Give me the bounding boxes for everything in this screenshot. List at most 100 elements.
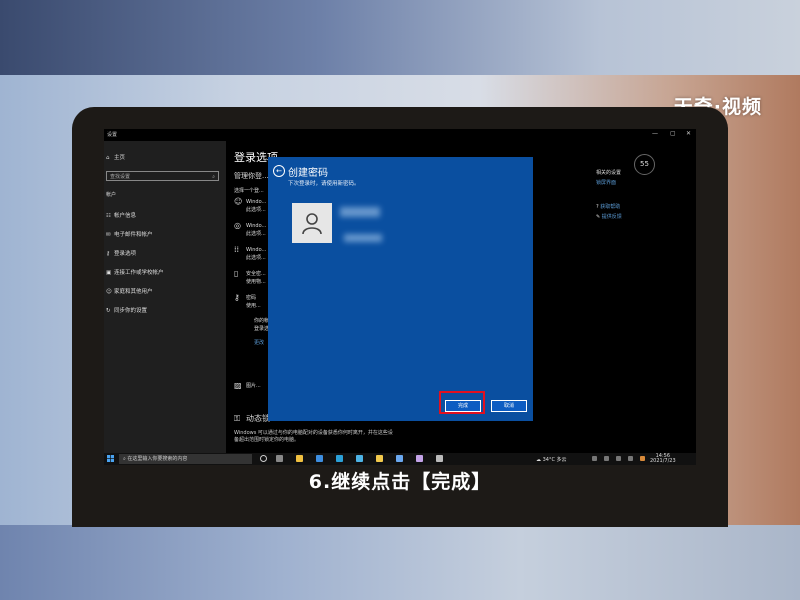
key-icon: ⚷ — [234, 293, 240, 302]
get-help-label: 获取帮助 — [600, 204, 621, 210]
dynamic-lock-desc-1: Windows 可以通过与你的电脑配对的设备获悉你何时离开，并在这些设 — [234, 430, 393, 436]
sidebar-item-label: 同步你的设置 — [114, 308, 148, 314]
tray-icon-2[interactable] — [604, 456, 609, 461]
option-picture-password[interactable]: ▨ 图片... — [234, 381, 261, 390]
option-title: Windo... — [246, 247, 267, 253]
tray-icon-1[interactable] — [592, 456, 597, 461]
section-heading-accounts: 帐户 — [106, 192, 117, 198]
dialog-title: 创建密码 — [288, 168, 328, 179]
mail-icon: ✉ — [106, 232, 111, 238]
file-explorer-icon[interactable] — [376, 455, 383, 462]
network-icon[interactable] — [616, 456, 621, 461]
cloud-icon: ☁ — [536, 457, 541, 463]
app-icon-1[interactable] — [316, 455, 323, 462]
sidebar-item-family[interactable]: ☺ 家庭和其他用户 — [106, 287, 153, 295]
option-pin[interactable]: ⁞⁞ Windo... 此选项... — [234, 245, 266, 261]
search-placeholder: 查找设置 — [110, 174, 131, 180]
user-avatar-icon — [292, 203, 332, 243]
section-title: 动态锁 — [246, 414, 270, 423]
sidebar-item-email-accounts[interactable]: ✉ 电子邮件和帐户 — [106, 230, 153, 238]
sidebar-item-work-school[interactable]: ▣ 连接工作或学校帐户 — [106, 268, 164, 276]
maximize-button[interactable]: ▢ — [670, 130, 676, 137]
person-icon — [302, 213, 322, 235]
option-security-key[interactable]: ▯ 安全密... 使用物... — [234, 269, 266, 285]
cortana-icon[interactable] — [260, 455, 267, 462]
video-caption: 6.继续点击【完成】 — [308, 471, 492, 493]
option-title: Windo... — [246, 199, 267, 205]
weather-text: 34°C 多云 — [542, 457, 567, 463]
option-title: 密码 — [246, 295, 257, 301]
feedback-icon: ✎ — [596, 214, 601, 220]
windows-start-icon[interactable] — [107, 455, 114, 462]
status-badge: 55 — [634, 154, 655, 175]
choose-sign-in-label: 选择一个登... — [234, 188, 264, 194]
window-titlebar: 设置 — ▢ ✕ — [104, 129, 696, 141]
dialog-subtitle: 下次登录时，请使用新密码。 — [288, 181, 360, 187]
person-list-icon: ☷ — [106, 213, 111, 219]
blurred-username — [340, 207, 380, 217]
back-arrow-icon[interactable]: ← — [273, 165, 285, 177]
clock-date: 2021/7/23 — [650, 458, 676, 464]
task-view-icon[interactable] — [276, 455, 283, 462]
option-desc: 此选项... — [246, 255, 266, 261]
key-icon: ⚷ — [106, 251, 111, 257]
store-icon[interactable] — [296, 455, 303, 462]
create-password-dialog: ← 创建密码 下次登录时，请使用新密码。 完成 取消 — [268, 157, 533, 421]
page-subtitle: 管理你登... — [234, 172, 269, 180]
settings-search-input[interactable]: 查找设置 ⌕ — [106, 171, 219, 181]
cancel-button[interactable]: 取消 — [491, 400, 527, 412]
sidebar-item-sync[interactable]: ↻ 同步你的设置 — [106, 306, 147, 314]
app-icon-3[interactable] — [396, 455, 403, 462]
related-settings-pane: 55 相关的设置 锁屏界面 ? 获取帮助 ✎ 提供反馈 — [586, 141, 696, 453]
home-icon: ⌂ — [106, 155, 110, 161]
blurred-email — [344, 234, 382, 242]
close-button[interactable]: ✕ — [686, 130, 691, 137]
option-face[interactable]: ☺ Windo... 此选项... — [234, 197, 266, 213]
app-icon-4[interactable] — [416, 455, 423, 462]
option-fingerprint[interactable]: ◎ Windo... 此选项... — [234, 221, 266, 237]
related-settings-title: 相关的设置 — [596, 170, 622, 176]
edge-icon[interactable] — [356, 455, 363, 462]
sidebar-item-account-info[interactable]: ☷ 帐户信息 — [106, 211, 136, 219]
lock-screen-link[interactable]: 锁屏界面 — [596, 179, 616, 186]
taskbar-search-input[interactable]: ⌕ 在这里输入你要搜索的内容 — [119, 454, 252, 464]
image-icon: ▨ — [234, 381, 242, 390]
sidebar-item-home[interactable]: ⌂ 主页 — [106, 153, 125, 161]
sidebar-item-label: 帐户信息 — [114, 213, 137, 219]
app-icon-2[interactable] — [336, 455, 343, 462]
volume-icon[interactable] — [628, 456, 633, 461]
security-key-icon: ▯ — [234, 269, 239, 278]
search-icon: ⌕ — [212, 174, 215, 180]
get-help-link[interactable]: ? 获取帮助 — [596, 203, 620, 210]
tray-icon-3[interactable] — [640, 456, 645, 461]
feedback-label: 提供反馈 — [601, 214, 622, 220]
sidebar-item-sign-in-options[interactable]: ⚷ 登录选项 — [106, 249, 136, 257]
option-desc: 使用... — [246, 303, 261, 309]
pin-icon: ⁞⁞ — [234, 245, 240, 254]
face-icon: ☺ — [234, 197, 243, 206]
option-title: 安全密... — [246, 271, 266, 277]
highlight-box — [439, 391, 485, 414]
search-placeholder: 在这里输入你要搜索的内容 — [127, 456, 188, 462]
dynamic-lock-desc-2: 备超出范围时锁定你的电脑。 — [234, 437, 300, 443]
sidebar-item-label: 家庭和其他用户 — [114, 289, 153, 295]
sidebar-item-label: 连接工作或学校帐户 — [114, 270, 164, 276]
minimize-button[interactable]: — — [652, 130, 658, 137]
background-top — [0, 0, 800, 75]
option-password[interactable]: ⚷ 密码使用... — [234, 293, 261, 309]
sync-icon: ↻ — [106, 308, 111, 314]
feedback-link[interactable]: ✎ 提供反馈 — [596, 213, 622, 220]
settings-sidebar: ⌂ 主页 查找设置 ⌕ 帐户 ☷ 帐户信息 ✉ 电子邮件和帐户 ⚷ 登录选项 ▣ 连接工作… — [104, 141, 226, 453]
option-title: Windo... — [246, 223, 267, 229]
change-password-link[interactable]: 更改 — [234, 339, 264, 346]
taskbar-clock[interactable]: 14:56 2021/7/23 — [650, 454, 676, 464]
settings-gear-icon[interactable] — [436, 455, 443, 462]
option-desc: 此选项... — [246, 207, 266, 213]
weather-widget[interactable]: ☁ 34°C 多云 — [536, 456, 567, 463]
fingerprint-icon: ◎ — [234, 221, 241, 230]
briefcase-icon: ▣ — [106, 270, 112, 276]
help-icon: ? — [596, 204, 599, 210]
option-desc: 此选项... — [246, 231, 266, 237]
sidebar-item-label: 登录选项 — [114, 251, 137, 257]
window-title: 设置 — [107, 132, 118, 138]
